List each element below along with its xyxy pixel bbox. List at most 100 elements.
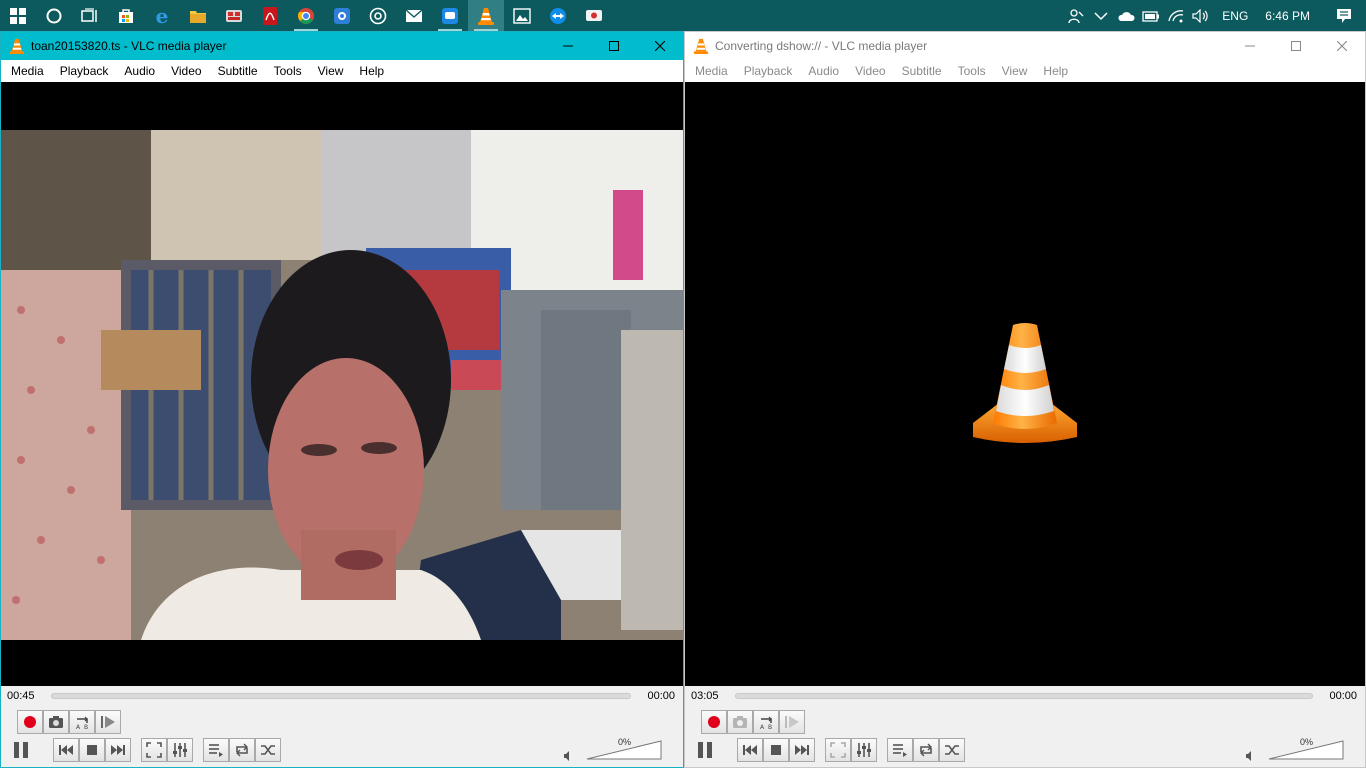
menu-video[interactable]: Video xyxy=(163,60,209,82)
volume-tray-button[interactable] xyxy=(1188,0,1213,31)
total-time[interactable]: 00:00 xyxy=(647,690,675,702)
maximize-button[interactable] xyxy=(591,32,637,60)
elapsed-time[interactable]: 00:45 xyxy=(7,690,35,702)
menu-tools[interactable]: Tools xyxy=(950,60,994,82)
frame-by-frame-button[interactable] xyxy=(779,710,805,734)
shuffle-button[interactable] xyxy=(255,738,281,762)
menu-view[interactable]: View xyxy=(994,60,1036,82)
app-red-button[interactable] xyxy=(216,0,252,31)
vlc-icon xyxy=(693,38,709,54)
loop-ab-button[interactable]: AB xyxy=(69,710,95,734)
fullscreen-button[interactable] xyxy=(141,738,167,762)
loop-button[interactable] xyxy=(229,738,255,762)
menu-media[interactable]: Media xyxy=(3,60,52,82)
volume-slider[interactable] xyxy=(1255,737,1347,761)
menu-media[interactable]: Media xyxy=(687,60,736,82)
title-bar[interactable]: toan20153820.ts - VLC media player xyxy=(1,32,683,60)
title-bar[interactable]: Converting dshow:// - VLC media player xyxy=(685,32,1365,60)
menu-playback[interactable]: Playback xyxy=(52,60,117,82)
maximize-button[interactable] xyxy=(1273,32,1319,60)
task-view-button[interactable] xyxy=(72,0,108,31)
playlist-button[interactable] xyxy=(887,738,913,762)
loop-icon xyxy=(920,743,932,757)
acrobat-button[interactable] xyxy=(252,0,288,31)
edge-button[interactable]: e xyxy=(144,0,180,31)
show-hidden-icons-button[interactable] xyxy=(1088,0,1113,31)
chrome-button[interactable] xyxy=(288,0,324,31)
remote-app-button[interactable] xyxy=(576,0,612,31)
stop-button[interactable] xyxy=(79,738,105,762)
chat-app-button[interactable] xyxy=(432,0,468,31)
close-button[interactable] xyxy=(637,32,683,60)
pause-button[interactable] xyxy=(7,736,35,764)
menu-playback[interactable]: Playback xyxy=(736,60,801,82)
menu-subtitle[interactable]: Subtitle xyxy=(894,60,950,82)
teamviewer-button[interactable] xyxy=(540,0,576,31)
elapsed-time[interactable]: 03:05 xyxy=(691,690,719,702)
clock[interactable]: 6:46 PM xyxy=(1257,9,1322,23)
file-explorer-button[interactable] xyxy=(180,0,216,31)
record-button[interactable] xyxy=(17,710,43,734)
store-button[interactable] xyxy=(108,0,144,31)
minimize-button[interactable] xyxy=(545,32,591,60)
volume-control[interactable]: 0% xyxy=(1246,737,1347,761)
volume-slider[interactable] xyxy=(573,737,665,761)
previous-button[interactable] xyxy=(53,738,79,762)
notification-icon xyxy=(1337,8,1351,23)
minimize-button[interactable] xyxy=(1227,32,1273,60)
start-button[interactable] xyxy=(0,0,36,31)
wifi-tray-button[interactable] xyxy=(1163,0,1188,31)
next-button[interactable] xyxy=(789,738,815,762)
app-blue-button[interactable] xyxy=(324,0,360,31)
snapshot-button[interactable] xyxy=(43,710,69,734)
menu-help[interactable]: Help xyxy=(351,60,392,82)
task-view-icon xyxy=(81,7,97,22)
playlist-button[interactable] xyxy=(203,738,229,762)
action-center-button[interactable] xyxy=(1322,0,1366,31)
stop-icon xyxy=(87,745,97,755)
menu-video[interactable]: Video xyxy=(847,60,893,82)
vlc-taskbar-button[interactable] xyxy=(468,0,504,31)
loop-ab-button[interactable]: AB xyxy=(753,710,779,734)
mail-button[interactable] xyxy=(396,0,432,31)
cortana-button[interactable] xyxy=(36,0,72,31)
video-output[interactable] xyxy=(685,82,1365,688)
shuffle-button[interactable] xyxy=(939,738,965,762)
previous-button[interactable] xyxy=(737,738,763,762)
record-button[interactable] xyxy=(701,710,727,734)
media-app-button[interactable] xyxy=(360,0,396,31)
taskbar-apps: e xyxy=(0,0,612,31)
video-output[interactable] xyxy=(1,82,683,688)
input-language[interactable]: ENG xyxy=(1213,9,1257,23)
close-button[interactable] xyxy=(1319,32,1365,60)
menu-audio[interactable]: Audio xyxy=(800,60,847,82)
seek-row: 00:45 00:00 xyxy=(1,686,683,706)
svg-text:B: B xyxy=(768,724,772,730)
people-tray-button[interactable] xyxy=(1063,0,1088,31)
menu-help[interactable]: Help xyxy=(1035,60,1076,82)
fullscreen-button[interactable] xyxy=(825,738,851,762)
extended-settings-button[interactable] xyxy=(851,738,877,762)
pause-button[interactable] xyxy=(691,736,719,764)
battery-tray-button[interactable] xyxy=(1138,0,1163,31)
snapshot-button[interactable] xyxy=(727,710,753,734)
skip-forward-icon xyxy=(795,745,809,755)
seek-slider[interactable] xyxy=(735,693,1313,699)
menu-view[interactable]: View xyxy=(310,60,352,82)
menu-subtitle[interactable]: Subtitle xyxy=(210,60,266,82)
seek-slider[interactable] xyxy=(51,693,631,699)
menu-audio[interactable]: Audio xyxy=(116,60,163,82)
onedrive-tray-button[interactable] xyxy=(1113,0,1138,31)
extended-settings-button[interactable] xyxy=(167,738,193,762)
frame-by-frame-button[interactable] xyxy=(95,710,121,734)
loop-button[interactable] xyxy=(913,738,939,762)
equalizer-icon xyxy=(857,743,871,757)
total-time[interactable]: 00:00 xyxy=(1329,690,1357,702)
menu-tools[interactable]: Tools xyxy=(266,60,310,82)
next-button[interactable] xyxy=(105,738,131,762)
advanced-controls: AB xyxy=(685,708,1365,736)
photos-button[interactable] xyxy=(504,0,540,31)
menu-bar: Media Playback Audio Video Subtitle Tool… xyxy=(685,60,1365,82)
stop-button[interactable] xyxy=(763,738,789,762)
volume-control[interactable]: 0% xyxy=(564,737,665,761)
